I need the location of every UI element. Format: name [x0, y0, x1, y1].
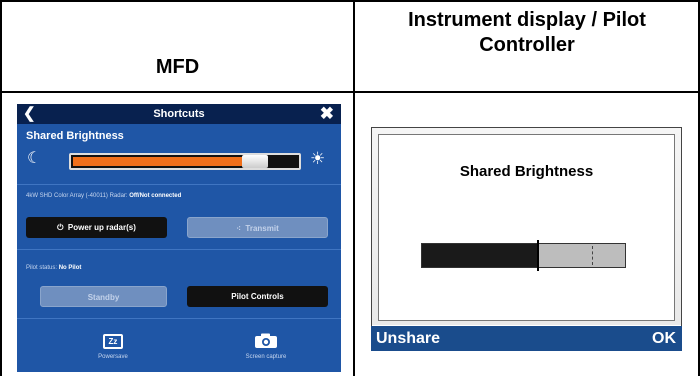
- power-up-radar-label: Power up radar(s): [67, 223, 136, 232]
- camera-icon[interactable]: [254, 333, 278, 349]
- moon-icon: ☾: [27, 150, 42, 167]
- transmit-icon: ⁖: [236, 224, 241, 233]
- pilot-label: Pilot status:: [26, 265, 58, 271]
- screen-capture-label: Screen capture: [245, 354, 287, 360]
- brightness-slider[interactable]: [69, 153, 301, 170]
- instrument-brightness-bar[interactable]: [421, 240, 626, 271]
- power-up-radar-button[interactable]: ⏻ Power up radar(s): [26, 217, 167, 238]
- table-top-border: [0, 0, 700, 2]
- transmit-button[interactable]: ⁖ Transmit: [187, 217, 328, 238]
- instrument-brightness-marker: [537, 240, 539, 271]
- ok-softkey[interactable]: OK: [652, 326, 676, 351]
- radar-label: 4kW SHD Color Array (-40011) Radar:: [26, 193, 128, 199]
- power-icon: ⏻: [57, 223, 64, 232]
- brightness-slider-fill: [73, 157, 244, 166]
- pilot-controls-button[interactable]: Pilot Controls: [187, 286, 328, 307]
- instrument-brightness-dash: [592, 246, 593, 265]
- softkey-bar: Unshare OK: [371, 326, 682, 351]
- section-divider: [17, 249, 341, 250]
- unshare-softkey[interactable]: Unshare: [376, 326, 440, 351]
- section-divider: [17, 318, 341, 319]
- radar-status-line: 4kW SHD Color Array (-40011) Radar: Off/…: [26, 193, 181, 199]
- mfd-shortcuts-panel: Shortcuts ❮ ✖ Shared Brightness ☾ ☀ 4kW …: [17, 104, 341, 372]
- table-header-divider: [0, 91, 700, 93]
- section-divider: [17, 184, 341, 185]
- mfd-header: MFD: [155, 56, 200, 78]
- pilot-status: No Pilot: [58, 265, 82, 271]
- powersave-label: Powersave: [98, 354, 128, 360]
- pilot-status-line: Pilot status: No Pilot: [26, 265, 81, 271]
- close-icon[interactable]: ✖: [320, 104, 334, 124]
- table-middle-border: [353, 0, 355, 376]
- instrument-brightness-fill: [422, 244, 538, 267]
- shortcuts-title: Shortcuts: [17, 104, 341, 124]
- sun-icon: ☀: [310, 149, 326, 168]
- transmit-label: Transmit: [245, 224, 279, 233]
- zz-icon[interactable]: Zz: [103, 334, 123, 349]
- brightness-slider-handle[interactable]: [242, 155, 268, 168]
- shared-brightness-label: Shared Brightness: [26, 130, 124, 142]
- standby-button[interactable]: Standby: [40, 286, 167, 307]
- instrument-header: Instrument display / Pilot Controller: [408, 9, 646, 56]
- radar-status: Off/Not connected: [129, 193, 182, 199]
- chevron-left-icon[interactable]: ❮: [23, 105, 36, 123]
- instrument-title: Shared Brightness: [459, 163, 594, 180]
